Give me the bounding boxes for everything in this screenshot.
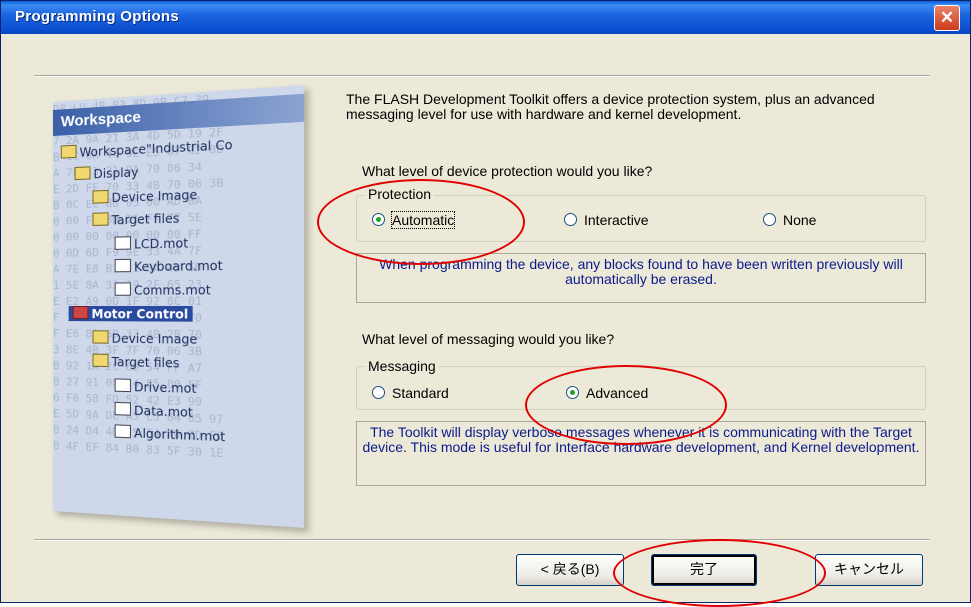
radio-standard[interactable]: Standard — [372, 385, 449, 401]
tree-item: Drive.mot — [114, 378, 196, 396]
tree-item: Comms.mot — [114, 282, 211, 298]
annotation-circle-advanced — [525, 365, 727, 445]
radio-indicator — [564, 213, 577, 226]
messaging-question: What level of messaging would you like? — [362, 331, 615, 347]
tree-item: Target files — [92, 353, 179, 371]
file-icon — [114, 401, 131, 416]
tree-item: Display — [74, 164, 138, 182]
file-icon — [114, 236, 131, 250]
tree-item: LCD.mot — [114, 235, 188, 252]
folder-icon — [92, 330, 109, 344]
folder-icon — [92, 353, 109, 368]
tree-item: Data.mot — [114, 401, 193, 420]
intro-description: The FLASH Development Toolkit offers a d… — [346, 91, 875, 122]
file-icon — [114, 282, 131, 296]
annotation-circle-automatic — [317, 179, 525, 265]
protection-question: What level of device protection would yo… — [362, 163, 653, 179]
messaging-group-label: Messaging — [365, 358, 439, 374]
top-separator — [34, 75, 930, 77]
radio-none[interactable]: None — [763, 212, 816, 228]
programming-options-dialog: Programming Options ✕ D8 LU 4B B3 8D 9B … — [0, 0, 971, 607]
annotation-circle-finish — [613, 539, 826, 607]
file-icon — [114, 258, 131, 273]
folder-icon — [92, 189, 109, 204]
project-icon — [72, 305, 89, 320]
folder-icon — [92, 212, 109, 226]
radio-interactive[interactable]: Interactive — [564, 212, 649, 228]
tree-item-selected: Motor Control — [68, 305, 193, 322]
bottom-separator — [34, 539, 930, 541]
dialog-title: Programming Options — [15, 8, 180, 25]
folder-icon — [74, 166, 91, 181]
back-button[interactable]: < 戻る(B) — [516, 554, 624, 586]
radio-indicator — [372, 386, 385, 399]
close-button[interactable]: ✕ — [934, 5, 960, 31]
workspace-illustration: D8 LU 4B B3 8D 9B C7 39 C2 7F 4D 2D 48 D… — [53, 85, 305, 528]
title-bar[interactable]: Programming Options ✕ — [1, 1, 970, 34]
tree-item: Target files — [92, 210, 179, 228]
radio-indicator — [763, 213, 776, 226]
file-icon — [114, 378, 131, 393]
tree-item: Device Image — [92, 330, 197, 347]
workspace-icon — [60, 144, 77, 159]
tree-item: Keyboard.mot — [114, 257, 223, 274]
file-icon — [114, 424, 131, 439]
dialog-body: D8 LU 4B B3 8D 9B C7 39 C2 7F 4D 2D 48 D… — [1, 34, 970, 607]
cancel-button[interactable]: キャンセル — [815, 554, 923, 586]
